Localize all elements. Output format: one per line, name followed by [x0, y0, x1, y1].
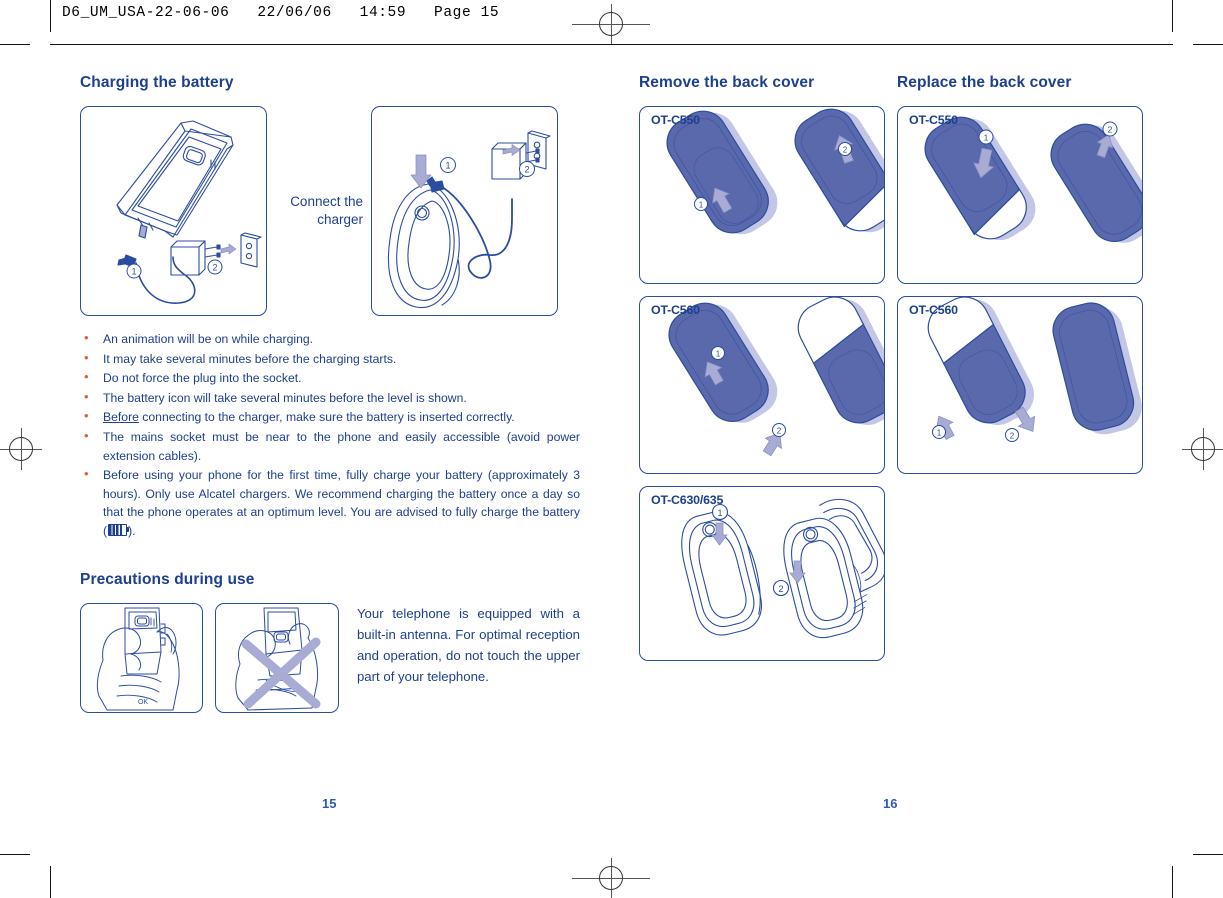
step-marker-1: 1 [937, 429, 942, 438]
model-label: OT-C560 [909, 303, 958, 317]
battery-full-icon [108, 523, 130, 536]
precaution-figure-correct-grip: OK [80, 602, 204, 713]
crop-mark-top-left-horizontal [0, 44, 30, 45]
step-marker-1: 1 [131, 267, 136, 277]
precautions-row: OK Your telephone is equipped with a bui… [80, 602, 581, 713]
step-marker-2: 2 [1108, 125, 1113, 135]
precautions-body-text: Your telephone is equipped with a built-… [356, 605, 581, 684]
step-marker-2: 2 [778, 584, 783, 594]
ok-label: OK [138, 699, 148, 706]
list-item-text: It may take several minutes before the c… [103, 351, 397, 366]
list-item-text: Do not force the plug into the socket. [103, 371, 302, 386]
list-item: Before connecting to the charger, make s… [80, 407, 580, 427]
charging-figure-phone-wall: 1 2 [371, 106, 558, 316]
left-page-column: Charging the battery 1 2 Connect the cha… [80, 74, 580, 713]
crop-mark-top-right-vertical [1172, 0, 1173, 32]
connect-charger-caption: Connect the charger [290, 194, 363, 227]
model-label: OT-C550 [651, 113, 700, 127]
page-border-left [50, 0, 51, 32]
step-marker-2: 2 [843, 146, 848, 155]
back-cover-columns: Remove the back cover OT-C550 1 2 OT-C56… [639, 74, 1144, 673]
registration-mark-left [0, 428, 42, 470]
right-page-column: Remove the back cover OT-C550 1 2 OT-C56… [639, 74, 1144, 673]
page-title-precautions: Precautions during use [80, 570, 255, 588]
step-marker-1: 1 [717, 508, 722, 518]
step-marker-2: 2 [524, 165, 529, 175]
list-item: The battery icon will take several minut… [80, 388, 580, 408]
replace-back-cover-column: Replace the back cover OT-C550 1 2 OT-C5… [897, 74, 1143, 673]
list-item: Do not force the plug into the socket. [80, 368, 580, 388]
list-item-text: The battery icon will take several minut… [103, 390, 467, 405]
remove-back-cover-column: Remove the back cover OT-C550 1 2 OT-C56… [639, 74, 885, 673]
crop-mark-bottom-left-vertical [50, 866, 51, 898]
charging-notes-list: An animation will be on while charging. … [80, 329, 580, 541]
page-title-remove-cover: Remove the back cover [639, 74, 815, 91]
charging-figure-phone-charger: 1 2 [80, 106, 267, 316]
list-item-text: An animation will be on while charging. [103, 332, 314, 346]
print-header-text: D6_UM_USA-22-06-06 22/06/06 14:59 Page 1… [62, 5, 500, 21]
list-item-text: connecting to the charger, make sure the… [138, 410, 515, 425]
list-item: It may take several minutes before the c… [80, 349, 580, 369]
page-number-left: 15 [322, 796, 337, 811]
list-item-text: The mains socket must be near to the pho… [103, 429, 580, 463]
registration-mark-bottom [572, 858, 650, 898]
crop-mark-top-right-horizontal [1193, 44, 1223, 45]
step-marker-1: 1 [716, 350, 721, 359]
precaution-figure-incorrect-grip [215, 602, 339, 713]
step-marker-2: 2 [777, 427, 782, 436]
charging-illustration-row: 1 2 Connect the charger 1 2 [80, 106, 580, 316]
list-item-text: Before using your phone for the first ti… [103, 468, 580, 538]
crop-mark-bottom-right-horizontal [1193, 854, 1223, 855]
registration-mark-right [1182, 428, 1223, 470]
model-label: OT-C560 [651, 303, 700, 317]
list-item: The mains socket must be near to the pho… [80, 427, 580, 465]
step-marker-2: 2 [212, 263, 217, 273]
model-label: OT-C550 [909, 113, 958, 127]
list-item-emphasis: Before [103, 410, 139, 425]
step-marker-1: 1 [699, 201, 704, 210]
list-item: Before using your phone for the first ti… [80, 465, 580, 540]
diagram-box-ot-c550-remove: OT-C550 1 2 [639, 106, 885, 284]
crop-mark-bottom-right-vertical [1172, 866, 1173, 898]
diagram-box-ot-c560-replace: OT-C560 1 2 [897, 296, 1143, 474]
list-item-text-tail: ). [128, 523, 136, 538]
diagram-box-ot-c560-remove: OT-C560 1 2 [639, 296, 885, 474]
step-marker-1: 1 [445, 161, 450, 171]
step-marker-2: 2 [1010, 432, 1015, 441]
registration-mark-top [572, 4, 650, 44]
diagram-box-ot-c550-replace: OT-C550 1 2 [897, 106, 1143, 284]
page-title-replace-cover: Replace the back cover [897, 74, 1072, 91]
step-marker-1: 1 [984, 133, 989, 143]
page-title-charging: Charging the battery [80, 74, 234, 91]
header-rule-top [50, 44, 1173, 45]
list-item: An animation will be on while charging. [80, 329, 580, 349]
diagram-box-ot-c630-635-remove: OT-C630/635 1 2 [639, 486, 885, 661]
page-number-right: 16 [883, 796, 898, 811]
crop-mark-bottom-left-horizontal [0, 854, 30, 855]
model-label: OT-C630/635 [651, 493, 724, 507]
